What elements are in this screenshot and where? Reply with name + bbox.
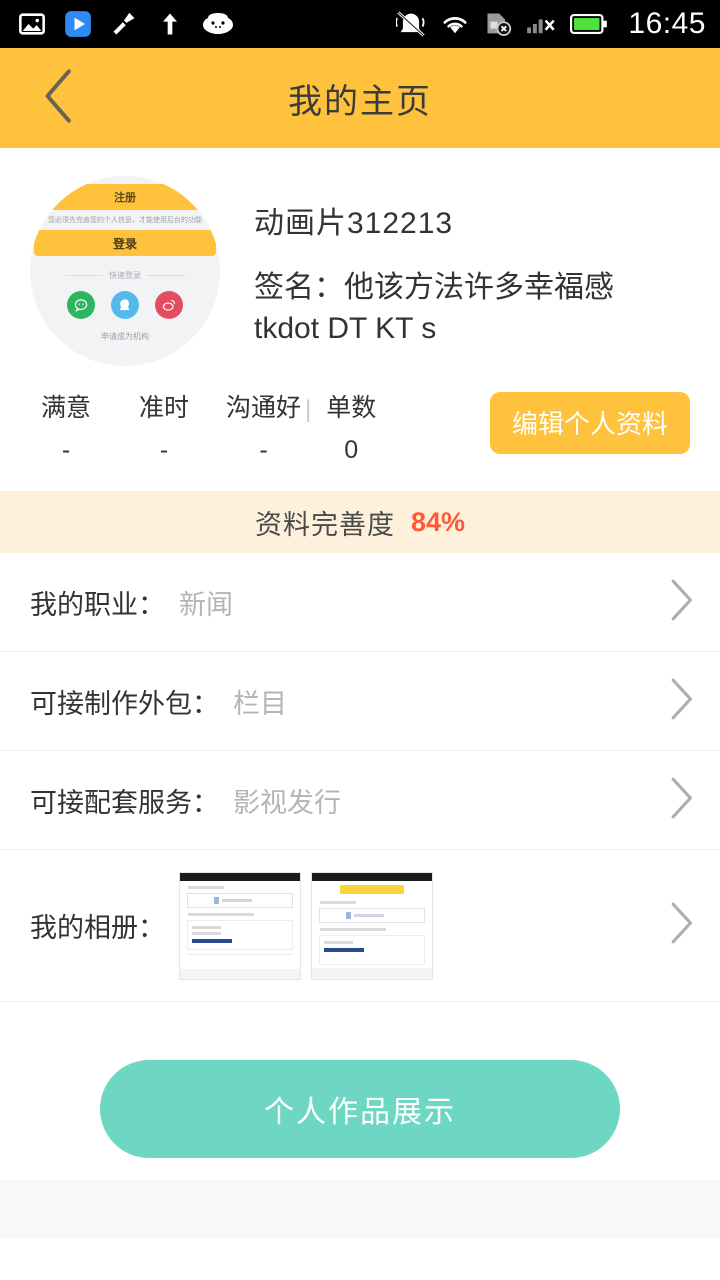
album-thumbnail[interactable]: [179, 871, 301, 980]
chevron-left-icon: [42, 68, 76, 129]
divider-left: [65, 275, 103, 276]
stat-satisfaction: 满意 -: [30, 388, 102, 465]
stat-communication: 沟通好 -: [226, 388, 301, 465]
stat-label: 沟通好: [226, 394, 302, 422]
divider-right: [147, 275, 185, 276]
row-value: 影视发行: [233, 787, 341, 818]
avatar-quick-login-label: 快速登录: [34, 270, 216, 281]
list-item-supporting-services[interactable]: 可接配套服务： 影视发行: [0, 751, 720, 850]
avatar-social-icons: [34, 291, 216, 319]
chevron-right-icon: [668, 578, 694, 627]
avatar-apply-text: 申请成为机构: [101, 332, 149, 341]
album-thumbnails: [179, 871, 433, 980]
page-title: 我的主页: [288, 82, 432, 121]
profile-name: 动画片312213: [254, 207, 454, 240]
personal-works-button[interactable]: 个人作品展示: [100, 1060, 620, 1158]
upload-arrow-icon: [156, 10, 184, 38]
stat-order-count: 单数 0: [315, 388, 387, 465]
stat-value: -: [61, 436, 71, 464]
stat-value: -: [259, 436, 268, 464]
row-value: 栏目: [233, 688, 287, 719]
list-item-production-outsourcing[interactable]: 可接制作外包： 栏目: [0, 652, 720, 751]
completeness-label: 资料完善度: [254, 509, 395, 540]
stats-separator: |: [305, 395, 312, 423]
back-button[interactable]: [26, 48, 92, 148]
mute-vibrate-icon: [396, 10, 426, 38]
image-icon: [18, 10, 46, 38]
wifi-icon: [440, 11, 470, 37]
stat-label: 满意: [40, 394, 91, 422]
profile-signature: 签名：他该方法许多幸福感tkdot DT KT s: [254, 271, 614, 345]
broom-icon: [110, 10, 138, 38]
profile-section: 注册 您必须先完善您的个人信息，才能使用后台的功能 登录 快速登录 申请成为机构: [0, 148, 720, 366]
stat-punctuality: 准时 -: [128, 388, 200, 465]
avatar[interactable]: 注册 您必须先完善您的个人信息，才能使用后台的功能 登录 快速登录 申请成为机构: [30, 176, 220, 366]
footer-spacer: [0, 1180, 720, 1238]
android-robot-icon: [202, 10, 234, 38]
quick-login-text: 快速登录: [109, 271, 141, 280]
row-value: 新闻: [179, 589, 233, 620]
profile-detail-list: 我的职业： 新闻 可接制作外包： 栏目 可接配套服务： 影视发行 我的相册：: [0, 553, 720, 1002]
stat-label: 单数: [326, 394, 377, 422]
edit-profile-button[interactable]: 编辑个人资料: [489, 391, 690, 454]
wechat-icon: [67, 291, 95, 319]
weibo-icon: [155, 291, 183, 319]
profile-text-block: 动画片312213 签名：他该方法许多幸福感tkdot DT KT s: [220, 176, 614, 366]
row-label: 可接配套服务：: [30, 787, 219, 818]
battery-icon: [570, 13, 608, 35]
signal-off-icon: [526, 11, 556, 37]
stat-value: -: [159, 436, 169, 464]
avatar-register-button: 注册: [34, 184, 216, 210]
row-label: 可接制作外包：: [30, 688, 219, 719]
stat-value: 0: [344, 436, 359, 464]
stat-label: 准时: [138, 394, 189, 422]
status-bar-left-icons: [18, 10, 396, 38]
sim-card-off-icon: [484, 11, 512, 37]
album-thumbnail[interactable]: [311, 871, 433, 980]
qq-icon: [111, 291, 139, 319]
chevron-right-icon: [668, 677, 694, 726]
row-label: 我的相册：: [30, 913, 165, 943]
completeness-percent: 84%: [410, 506, 466, 537]
stats-row: 满意 - 准时 - 沟通好 - | 单数 0 编辑个人资料: [0, 366, 720, 465]
list-item-occupation[interactable]: 我的职业： 新闻: [0, 553, 720, 652]
cta-section: 个人作品展示: [0, 1002, 720, 1158]
chevron-right-icon: [668, 776, 694, 825]
row-label: 我的职业：: [30, 589, 165, 620]
avatar-login-button: 登录: [34, 230, 216, 256]
play-icon: [64, 10, 92, 38]
status-bar: 16:45: [0, 0, 720, 48]
list-item-album[interactable]: 我的相册：: [0, 850, 720, 1002]
avatar-hint-text: 您必须先完善您的个人信息，才能使用后台的功能: [48, 217, 202, 224]
status-bar-clock: 16:45: [628, 7, 706, 40]
page-header: 我的主页: [0, 48, 720, 148]
avatar-image-content: 注册 您必须先完善您的个人信息，才能使用后台的功能 登录 快速登录 申请成为机构: [30, 176, 220, 366]
profile-completeness-banner: 资料完善度 84%: [0, 491, 720, 553]
status-bar-right-icons: 16:45: [396, 7, 706, 41]
chevron-right-icon: [668, 901, 694, 950]
